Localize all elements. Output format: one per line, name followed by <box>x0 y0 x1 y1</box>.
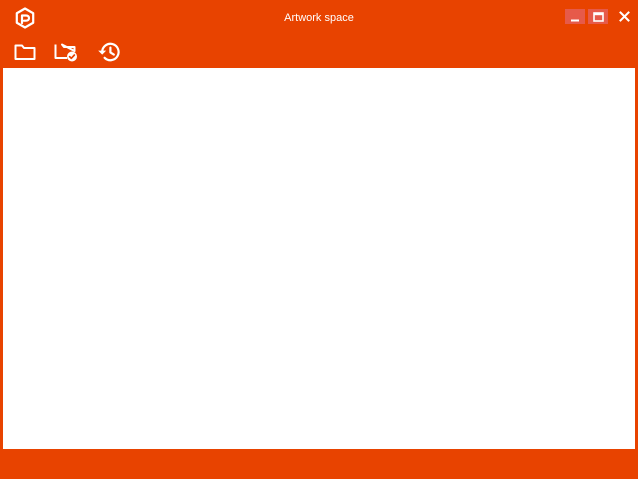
close-icon <box>618 11 630 22</box>
title-bar[interactable]: Artwork space <box>0 0 638 34</box>
toolbar <box>0 36 638 68</box>
history-icon <box>96 41 122 63</box>
history-button[interactable] <box>96 40 122 64</box>
folder-icon <box>14 43 36 61</box>
folder-check-icon <box>54 42 78 62</box>
maximize-button[interactable] <box>588 9 608 24</box>
app-window: Artwork space <box>0 0 638 479</box>
minimize-icon <box>570 12 580 22</box>
minimize-button[interactable] <box>565 9 585 24</box>
artwork-canvas[interactable] <box>3 68 635 449</box>
open-verified-folder-button[interactable] <box>53 40 79 64</box>
open-folder-button[interactable] <box>12 40 38 64</box>
window-title: Artwork space <box>284 12 354 24</box>
close-button[interactable] <box>613 9 635 24</box>
maximize-icon <box>592 11 604 22</box>
status-bar <box>0 450 638 479</box>
